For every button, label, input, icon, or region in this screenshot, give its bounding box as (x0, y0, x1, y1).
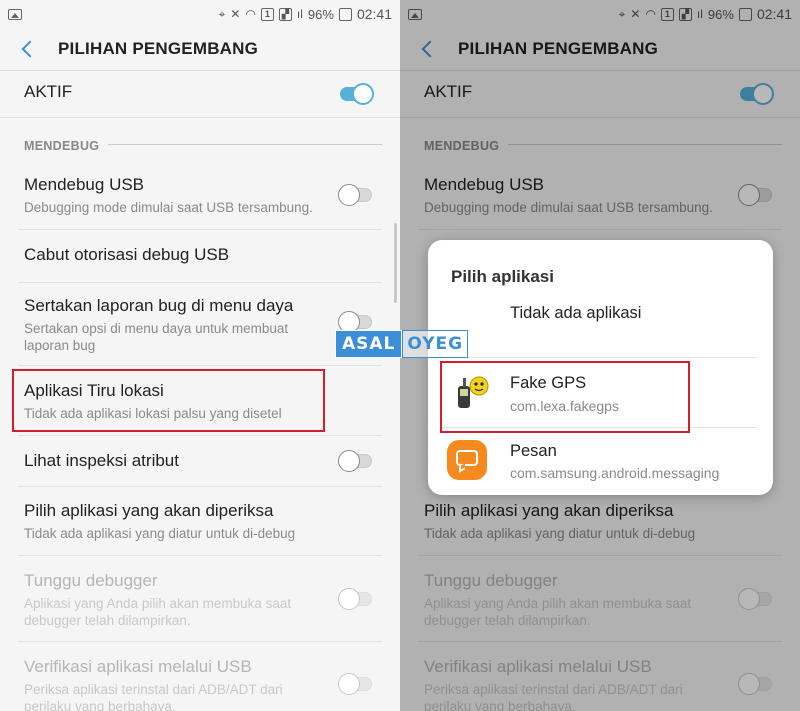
settings-list: AKTIF MENDEBUG Mendebug USB Debugging mo… (0, 70, 400, 711)
setting-debug-app[interactable]: Pilih aplikasi yang akan diperiksa Tidak… (24, 501, 382, 542)
setting-title: Mendebug USB (24, 175, 145, 194)
highlight-box (440, 361, 690, 433)
watermark-part1: ASAL (335, 330, 403, 358)
setting-subtitle: Tidak ada aplikasi yang diatur untuk di-… (24, 526, 296, 541)
wifi-icon: ◠ (245, 7, 256, 21)
usb-debugging-switch[interactable] (338, 184, 374, 206)
setting-title: Pilih aplikasi yang akan diperiksa (24, 501, 274, 520)
setting-revoke-usb-auth[interactable]: Cabut otorisasi debug USB (24, 245, 382, 265)
mute-icon: ✕ (230, 7, 241, 21)
dialog-title: Pilih aplikasi (451, 267, 554, 286)
app-bar: PILIHAN PENGEMBANG (0, 28, 400, 70)
battery-icon (338, 7, 352, 21)
highlight-box (12, 369, 325, 432)
messages-icon (447, 440, 487, 480)
master-toggle-label: AKTIF (24, 82, 73, 101)
watermark-part2: OYEG (402, 330, 469, 358)
setting-title: Lihat inspeksi atribut (24, 451, 179, 470)
option-name: Tidak ada aplikasi (510, 304, 642, 322)
location-icon: ⌖ (218, 6, 226, 21)
signal-bars-icon: ıl (296, 7, 303, 21)
setting-subtitle: Sertakan opsi di menu daya untuk membuat… (24, 321, 289, 353)
status-bar: ⌖ ✕ ◠ 1 ▞ ıl 96% 02:41 (0, 0, 400, 28)
setting-title: Sertakan laporan bug di menu daya (24, 296, 294, 315)
setting-attribute-inspection[interactable]: Lihat inspeksi atribut (24, 451, 382, 471)
page-title: PILIHAN PENGEMBANG (58, 39, 259, 58)
setting-subtitle: Aplikasi yang Anda pilih akan membuka sa… (24, 596, 292, 628)
attribute-inspection-switch[interactable] (338, 450, 374, 472)
battery-percent: 96% (307, 6, 334, 22)
back-arrow-icon[interactable] (21, 40, 39, 58)
setting-usb-debugging[interactable]: Mendebug USB Debugging mode dimulai saat… (24, 175, 382, 216)
option-package: com.samsung.android.messaging (510, 465, 720, 481)
clock: 02:41 (356, 6, 392, 22)
section-header: MENDEBUG (24, 139, 100, 153)
setting-title: Cabut otorisasi debug USB (24, 245, 230, 264)
setting-subtitle: Debugging mode dimulai saat USB tersambu… (24, 200, 313, 215)
dialog-option-no-app[interactable]: Tidak ada aplikasi (428, 298, 773, 353)
setting-title: Verifikasi aplikasi melalui USB (24, 657, 252, 676)
option-name: Pesan (510, 442, 557, 460)
gallery-notification-icon (8, 8, 22, 20)
verify-usb-switch (338, 673, 374, 695)
sim-icon: 1 (260, 7, 274, 21)
signal-icon: ▞ (278, 7, 292, 21)
setting-wait-debugger: Tunggu debugger Aplikasi yang Anda pilih… (24, 571, 382, 629)
wait-debugger-switch (338, 588, 374, 610)
setting-subtitle: Periksa aplikasi terinstal dari ADB/ADT … (24, 682, 283, 711)
setting-title: Tunggu debugger (24, 571, 158, 590)
master-toggle-switch[interactable] (338, 83, 374, 105)
setting-verify-usb-apps: Verifikasi aplikasi melalui USB Periksa … (24, 657, 382, 711)
dialog-option-messages[interactable]: Pesan com.samsung.android.messaging (428, 432, 773, 492)
master-toggle-row[interactable]: AKTIF (24, 82, 382, 102)
watermark-logo: ASAL OYEG (335, 330, 469, 358)
setting-bug-report[interactable]: Sertakan laporan bug di menu daya Sertak… (24, 296, 382, 354)
scrollbar[interactable] (394, 223, 397, 303)
